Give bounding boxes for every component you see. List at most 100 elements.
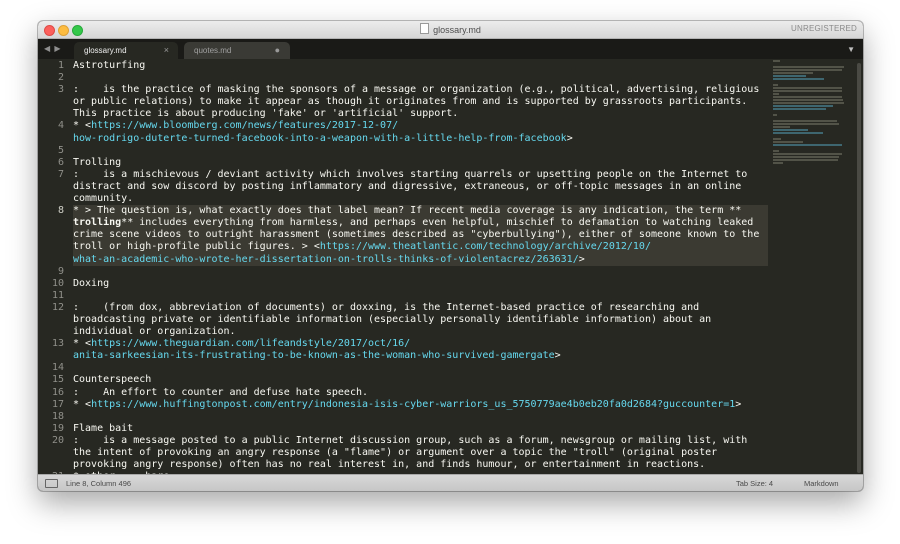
line-number: 13 — [51, 338, 64, 350]
tab-menu-chevron-icon[interactable]: ▼ — [847, 45, 855, 54]
code-text[interactable]: 1 Astroturfing 2 3 : is the practice of mask… — [52, 60, 768, 475]
code-line[interactable]: 14 — [52, 362, 768, 374]
line-number: 10 — [51, 277, 64, 289]
minimap-line — [773, 72, 813, 74]
code-line[interactable]: troll or high-profile public figures. > … — [73, 241, 768, 254]
code-line[interactable]: broadcasting private or identifiable inf… — [73, 314, 768, 326]
code-line[interactable]: 5 — [58, 145, 768, 157]
close-tab-icon[interactable]: × — [164, 45, 169, 55]
minimap[interactable] — [771, 59, 851, 475]
tab-nav-arrows-icon[interactable]: ◀ ▶ — [44, 44, 62, 53]
code-line[interactable]: 6 Trolling — [58, 157, 768, 169]
code-line[interactable]: individual or organization. — [73, 326, 768, 338]
line-number: 19 — [51, 422, 64, 434]
url-text: how-rodrigo-duterte-turned-facebook-into… — [73, 132, 567, 144]
line-number: 9 — [57, 265, 64, 277]
code-segment: : is the practice of masking the sponsor… — [73, 84, 760, 96]
code-line[interactable]: provoking angry response) often has no r… — [73, 459, 768, 471]
code-line[interactable]: 13 * <https://www.theguardian.com/lifeand… — [52, 338, 768, 350]
minimap-line — [773, 75, 807, 77]
code-line[interactable]: 12: (from dox, abbreviation of documents… — [52, 302, 768, 314]
minimap-line — [773, 120, 838, 122]
line-number: 15 — [51, 374, 64, 386]
cursor-position: Line 8, Column 496 — [66, 479, 132, 488]
minimap-line — [773, 141, 804, 143]
minimap-line — [773, 153, 843, 155]
line-number: 3 — [57, 84, 64, 96]
code-segment: or public relations) to make it appear a… — [73, 96, 748, 108]
tab-quotes[interactable]: quotes.md ● — [184, 42, 290, 59]
tab-size-selector[interactable]: Tab Size: 4 — [736, 479, 773, 488]
line-number: 5 — [57, 144, 64, 156]
minimap-line — [773, 150, 780, 152]
status-bar: Line 8, Column 496 Tab Size: 4 Markdown — [38, 474, 863, 491]
code-line[interactable]: 8 * > The question is, what exactly does … — [58, 205, 768, 218]
code-segment: individual or organization. — [73, 326, 236, 338]
code-segment: trolling — [73, 217, 122, 229]
minimap-line — [773, 84, 778, 86]
code-line[interactable]: community. — [73, 193, 768, 205]
code-line[interactable]: trolling** includes everything from harm… — [73, 217, 768, 230]
line-number: 2 — [57, 72, 64, 84]
code-segment: : is a message posted to a public Intern… — [73, 434, 748, 446]
line-number: 7 — [57, 168, 64, 180]
panel-toggle-icon[interactable] — [45, 479, 58, 488]
minimap-line — [773, 87, 843, 89]
code-line[interactable]: 11 — [52, 290, 768, 302]
unregistered-label: UNREGISTERED — [791, 24, 857, 33]
line-number: 18 — [51, 410, 64, 422]
url-text: https://www.theguardian.com/lifeandstyle… — [91, 338, 411, 350]
code-line[interactable]: 7: is a mischievous / deviant activity w… — [58, 169, 768, 181]
code-line[interactable]: 1 Astroturfing — [58, 60, 768, 72]
vertical-scrollbar[interactable] — [857, 63, 861, 473]
code-line[interactable]: what-an-academic-who-wrote-her-dissertat… — [73, 253, 768, 266]
code-line[interactable]: 15 Counterspeech — [52, 374, 768, 386]
code-line[interactable]: 9 — [58, 266, 768, 278]
code-segment: provoking angry response) often has no r… — [73, 459, 706, 471]
code-segment: This practice is about producing 'fake' … — [73, 108, 459, 120]
code-line[interactable]: the intent of provoking an angry respons… — [73, 447, 768, 459]
code-line[interactable]: how-rodrigo-duterte-turned-facebook-into… — [73, 133, 768, 145]
editor-area[interactable]: 1 Astroturfing 2 3 : is the practice of mask… — [38, 59, 863, 475]
code-line[interactable]: 16: An effort to counter and defuse hate… — [52, 387, 768, 399]
code-segment: Astroturfing — [73, 60, 146, 71]
minimap-line — [773, 126, 790, 128]
code-segment: the intent of provoking an angry respons… — [73, 447, 718, 458]
code-line[interactable]: 17 * <https://www.huffingtonpost.com/entr… — [52, 398, 768, 411]
syntax-selector[interactable]: Markdown — [804, 479, 839, 488]
code-line[interactable]: 2 — [58, 72, 768, 84]
code-line[interactable]: 10 Doxing — [52, 278, 768, 290]
window-title-text: glossary.md — [433, 25, 481, 35]
tab-glossary[interactable]: glossary.md × — [74, 42, 178, 59]
code-line[interactable]: This practice is about producing 'fake' … — [73, 108, 768, 120]
code-segment: broadcasting private or identifiable inf… — [73, 313, 712, 325]
minimap-line — [773, 129, 808, 131]
minimap-line — [773, 159, 839, 161]
code-line[interactable]: 20: is a message posted to a public Inte… — [52, 434, 768, 447]
url-text: https://www.huffingtonpost.com/entry/ind… — [91, 398, 736, 410]
code-segment: > — [566, 132, 573, 144]
line-number: 6 — [57, 156, 64, 168]
window-title: glossary.md — [38, 23, 863, 35]
code-line[interactable]: 19 Flame bait — [52, 423, 768, 435]
code-line[interactable]: or public relations) to make it appear a… — [73, 96, 768, 108]
url-text: https://www.theatlantic.com/technology/a… — [319, 241, 651, 253]
code-segment: Counterspeech — [73, 374, 152, 386]
code-line[interactable]: 4 * <https://www.bloomberg.com/news/featu… — [58, 120, 768, 132]
code-line[interactable]: distract and sow discord by posting infl… — [73, 181, 768, 193]
code-line[interactable]: 18 — [52, 411, 768, 423]
minimap-line — [773, 78, 825, 80]
code-line[interactable]: anita-sarkeesian-its-frustrating-to-be-k… — [73, 350, 768, 362]
code-segment: crime scene videos to outright harassmen… — [73, 229, 760, 241]
minimap-line — [773, 162, 783, 164]
code-segment: * < — [73, 398, 92, 410]
line-number: 11 — [51, 289, 64, 301]
unsaved-dot-icon[interactable]: ● — [275, 45, 280, 55]
code-line[interactable]: 3 : is the practice of masking the sponso… — [58, 84, 768, 96]
code-line[interactable]: crime scene videos to outright harassmen… — [73, 229, 768, 242]
minimap-line — [773, 69, 843, 71]
minimap-line — [773, 132, 824, 134]
tab-bar: ◀ ▶ glossary.md × quotes.md ● ▼ — [38, 39, 863, 59]
minimap-line — [773, 99, 844, 101]
code-segment: community. — [73, 193, 134, 205]
